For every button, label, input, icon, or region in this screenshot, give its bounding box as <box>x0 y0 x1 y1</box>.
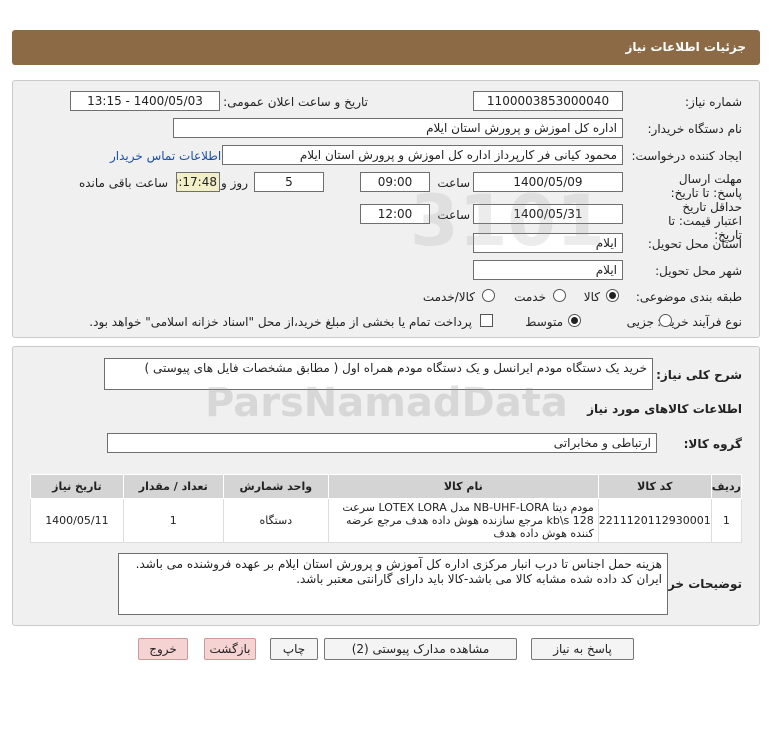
announce-label: تاریخ و ساعت اعلان عمومی: <box>223 95 368 109</box>
process-medium-label: متوسط <box>525 315 563 329</box>
validity-time-field: 12:00 <box>360 204 430 224</box>
page-header: جزئیات اطلاعات نیاز <box>12 30 760 65</box>
deadline-date-field: 1400/05/09 <box>473 172 623 192</box>
category-label: طبقه بندی موضوعی: <box>635 290 742 304</box>
page-title: جزئیات اطلاعات نیاز <box>625 40 746 54</box>
col-header-quantity: تعداد / مقدار <box>122 474 224 499</box>
need-number-label: شماره نیاز: <box>685 95 742 109</box>
delivery-province-label: استان محل تحویل: <box>647 237 742 251</box>
col-header-goods-name: نام کالا <box>327 474 599 499</box>
validity-date-field: 1400/05/31 <box>473 204 623 224</box>
cell-need-date: 1400/05/11 <box>30 498 124 543</box>
deadline-label: مهلت ارسال پاسخ: تا تاریخ: <box>670 172 742 200</box>
buyer-contact-link[interactable]: اطلاعات تماس خریدار <box>110 149 221 163</box>
col-header-goods-code: کد کالا <box>597 474 712 499</box>
treasury-payment-checkbox[interactable] <box>480 314 493 327</box>
cell-row-number: 1 <box>710 498 743 543</box>
buyer-notes-field: هزینه حمل اجناس تا درب انبار مرکزی اداره… <box>118 553 668 615</box>
process-medium-radio[interactable] <box>568 314 581 327</box>
view-attachments-button[interactable]: مشاهده مدارک پیوستی (2) <box>324 638 517 660</box>
deadline-time-label: ساعت <box>437 176 470 190</box>
cell-quantity: 1 <box>122 498 224 543</box>
exit-button[interactable]: خروج <box>138 638 188 660</box>
col-header-need-date: تاریخ نیاز <box>30 474 124 499</box>
print-button[interactable]: چاپ <box>270 638 318 660</box>
category-service-label: خدمت <box>514 290 546 304</box>
validity-time-label: ساعت <box>437 208 470 222</box>
back-button[interactable]: بازگشت <box>204 638 256 660</box>
delivery-province-field: ایلام <box>473 233 623 253</box>
delivery-city-field: ایلام <box>473 260 623 280</box>
buyer-org-field: اداره کل اموزش و پرورش استان ایلام <box>173 118 623 138</box>
remaining-label: ساعت باقی مانده <box>78 176 168 190</box>
requester-field: محمود کیانی فر کارپرداز اداره کل اموزش و… <box>222 145 623 165</box>
goods-group-label: گروه کالا: <box>683 437 742 451</box>
col-header-unit: واحد شمارش <box>222 474 329 499</box>
days-label: روز و <box>221 176 248 190</box>
need-number-field: 1100003853000040 <box>473 91 623 111</box>
goods-info-title: اطلاعات کالاهای مورد نیاز <box>587 402 742 416</box>
table-row: 1 2211120112930001 مودم دیتا NB-UHF-LORA… <box>30 498 743 543</box>
cell-goods-name: مودم دیتا NB-UHF-LORA مدل LOTEX LORA سرع… <box>327 498 599 543</box>
days-field: 5 <box>254 172 324 192</box>
delivery-city-label: شهر محل تحویل: <box>655 264 742 278</box>
col-header-row-number: ردیف <box>710 474 743 499</box>
category-goods-label: کالا <box>583 290 600 304</box>
cell-unit: دستگاه <box>222 498 329 543</box>
category-goods-service-label: کالا/خدمت <box>422 290 475 304</box>
goods-table: ردیف کد کالا نام کالا واحد شمارش تعداد /… <box>30 474 743 543</box>
deadline-time-field: 09:00 <box>360 172 430 192</box>
remaining-time-field: 19:17:48 <box>176 172 220 192</box>
validity-label: حداقل تاریخ اعتبار قیمت: تا تاریخ: <box>668 200 742 242</box>
summary-label: شرح کلی نیاز: <box>656 368 742 382</box>
process-minor-label: جزیی <box>626 315 654 329</box>
category-service-radio[interactable] <box>553 289 566 302</box>
reply-button[interactable]: پاسخ به نیاز <box>531 638 634 660</box>
category-goods-service-radio[interactable] <box>482 289 495 302</box>
requester-label: ایجاد کننده درخواست: <box>631 149 742 163</box>
goods-table-header-row: ردیف کد کالا نام کالا واحد شمارش تعداد /… <box>30 474 743 499</box>
goods-group-field: ارتباطی و مخابراتی <box>107 433 657 453</box>
summary-field: خرید یک دستگاه مودم ایرانسل و یک دستگاه … <box>104 358 653 390</box>
process-minor-radio[interactable] <box>659 314 672 327</box>
buyer-org-label: نام دستگاه خریدار: <box>647 122 743 136</box>
announce-datetime-field: 1400/05/03 - 13:15 <box>70 91 220 111</box>
category-goods-radio[interactable] <box>606 289 619 302</box>
cell-goods-code: 2211120112930001 <box>597 498 712 543</box>
treasury-payment-note: پرداخت تمام یا بخشی از مبلغ خرید،از محل … <box>89 315 472 329</box>
